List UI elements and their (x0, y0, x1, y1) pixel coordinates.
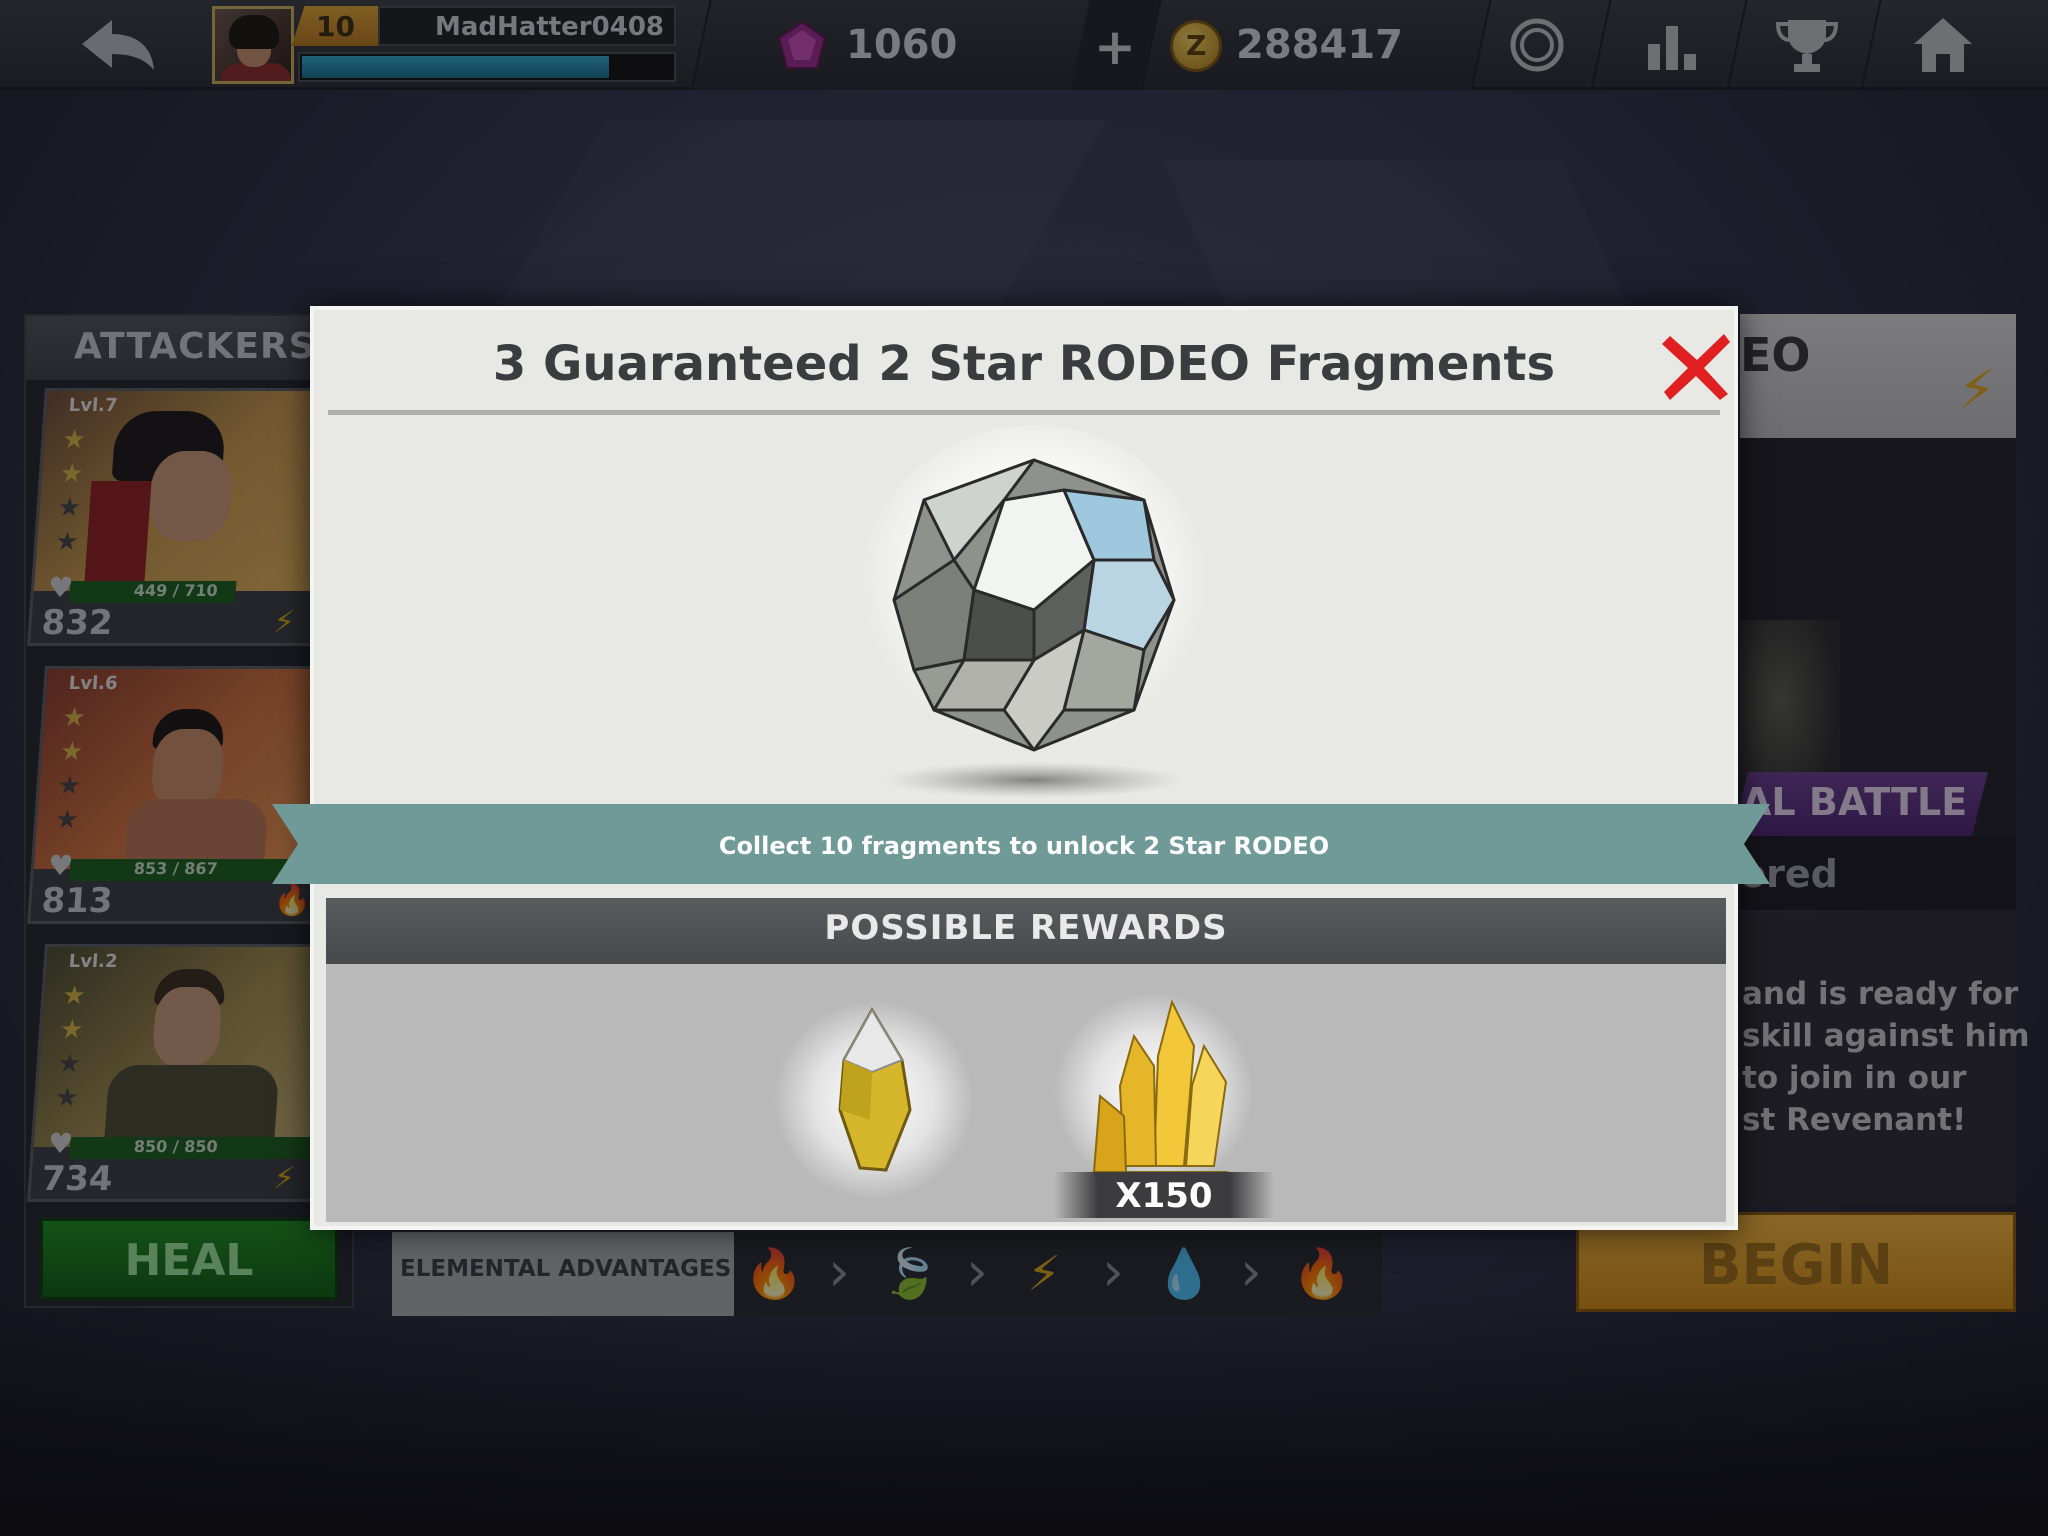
fragments-modal: 3 Guaranteed 2 Star RODEO Fragments POSS… (310, 306, 1738, 1230)
rewards-body (326, 964, 1726, 1222)
modal-title: 3 Guaranteed 2 Star RODEO Fragments (492, 336, 1556, 392)
fragment-crystal-icon (774, 1000, 974, 1200)
close-icon[interactable] (1658, 328, 1736, 406)
fragment-orb-icon (859, 425, 1209, 798)
title-divider (328, 410, 1720, 415)
ribbon-text: Collect 10 fragments to unlock 2 Star RO… (718, 832, 1330, 860)
reward-quantity: X150 (1115, 1176, 1213, 1216)
rewards-title: POSSIBLE REWARDS (824, 908, 1228, 948)
